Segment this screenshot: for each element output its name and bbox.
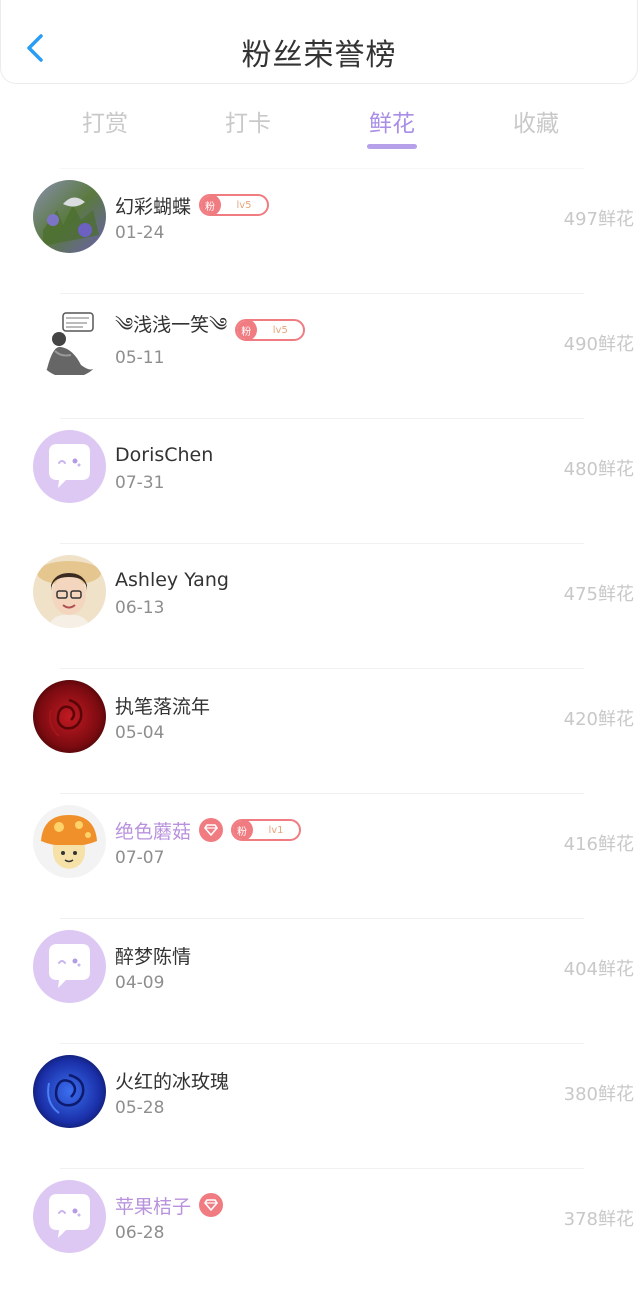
badge-level-label: lv5: [272, 324, 288, 336]
active-tab-indicator: [367, 144, 417, 149]
avatar[interactable]: [33, 1055, 106, 1128]
fan-date: 05-11: [115, 348, 165, 368]
flower-count: 420鲜花: [563, 709, 634, 730]
tab-favorites[interactable]: 收藏: [476, 104, 596, 138]
fan-row[interactable]: 绝色蘑菇 粉 lv1 07-07 416鲜花: [33, 793, 634, 918]
avatar[interactable]: [33, 1180, 106, 1253]
name-line: Ashley Yang: [115, 565, 229, 595]
flower-count: 480鲜花: [563, 459, 634, 480]
fan-row[interactable]: DorisChen 07-31 480鲜花: [33, 418, 634, 543]
fan-date: 01-24: [115, 223, 165, 243]
fan-row[interactable]: 执笔落流年 05-04 420鲜花: [33, 668, 634, 793]
name-line: 醉梦陈情: [115, 940, 191, 970]
fan-name[interactable]: Ashley Yang: [115, 569, 229, 591]
fan-level-badge: 粉 lv1: [231, 819, 302, 841]
fan-row[interactable]: 火红的冰玫瑰 05-28 380鲜花: [33, 1043, 634, 1168]
tab-flowers[interactable]: 鲜花: [332, 104, 452, 138]
fan-row[interactable]: Ashley Yang 06-13 475鲜花: [33, 543, 634, 668]
avatar[interactable]: [33, 805, 106, 878]
avatar[interactable]: [33, 930, 106, 1003]
flower-count: 497鲜花: [563, 209, 634, 230]
name-line: 幻彩蝴蝶粉 lv5: [115, 190, 270, 220]
badge-level-label: lv5: [236, 199, 252, 211]
fan-level-badge: 粉 lv5: [235, 319, 306, 341]
avatar[interactable]: [33, 430, 106, 503]
fan-name[interactable]: 绝色蘑菇: [115, 817, 191, 844]
fan-date: 05-04: [115, 723, 165, 743]
name-line: 苹果桔子: [115, 1190, 224, 1220]
badge-fan-label: 粉: [237, 321, 258, 339]
flower-count: 490鲜花: [563, 334, 634, 355]
name-line: DorisChen: [115, 440, 213, 470]
fan-date: 07-31: [115, 473, 165, 493]
fan-level-badge: 粉 lv5: [199, 194, 270, 216]
fan-row[interactable]: 苹果桔子 06-28 378鲜花: [33, 1168, 634, 1293]
fan-date: 07-07: [115, 848, 165, 868]
fan-name[interactable]: 火红的冰玫瑰: [115, 1067, 229, 1094]
fan-name[interactable]: DorisChen: [115, 444, 213, 466]
flower-count: 404鲜花: [563, 959, 634, 980]
badge-level-label: lv1: [268, 824, 284, 836]
badge-fan-label: 粉: [233, 821, 254, 839]
avatar[interactable]: [33, 680, 106, 753]
flower-count: 416鲜花: [563, 834, 634, 855]
fan-row[interactable]: ༄浅浅一笑༄ 粉 lv5 05-11 490鲜花: [33, 293, 634, 418]
page-title: 粉丝荣誉榜: [241, 38, 397, 73]
avatar[interactable]: [33, 180, 106, 253]
avatar[interactable]: [33, 555, 106, 628]
diamond-icon: [199, 1193, 224, 1217]
fan-name[interactable]: 苹果桔子: [115, 1192, 191, 1219]
name-line: ༄浅浅一笑༄ 粉 lv5: [115, 314, 306, 345]
fan-row[interactable]: 醉梦陈情 04-09 404鲜花: [33, 918, 634, 1043]
fan-row[interactable]: 幻彩蝴蝶粉 lv5 01-24 497鲜花: [33, 168, 634, 293]
diamond-icon: [199, 818, 224, 842]
flower-count: 378鲜花: [563, 1209, 634, 1230]
fan-date: 06-28: [115, 1223, 165, 1243]
fan-ranking-list: 幻彩蝴蝶粉 lv5 01-24 497鲜花 ༄浅浅一笑༄ 粉 lv5 05-11 490鲜花 Do…: [0, 168, 640, 1293]
avatar[interactable]: [33, 305, 106, 378]
fan-name[interactable]: 执笔落流年: [115, 692, 210, 719]
fan-date: 04-09: [115, 973, 165, 993]
fan-name[interactable]: 幻彩蝴蝶: [115, 192, 191, 219]
fan-date: 05-28: [115, 1098, 165, 1118]
tab-reward[interactable]: 打赏: [45, 104, 165, 138]
name-line: 火红的冰玫瑰: [115, 1065, 229, 1095]
tab-checkin[interactable]: 打卡: [188, 104, 308, 138]
fan-name[interactable]: 醉梦陈情: [115, 942, 191, 969]
flower-count: 475鲜花: [563, 584, 634, 605]
name-line: 执笔落流年: [115, 690, 210, 720]
tab-bar: 打赏 打卡 鲜花 收藏: [0, 96, 640, 156]
flower-count: 380鲜花: [563, 1084, 634, 1105]
name-line: 绝色蘑菇 粉 lv1: [115, 815, 302, 845]
fan-date: 06-13: [115, 598, 165, 618]
top-bar: 粉丝荣誉榜: [0, 0, 638, 84]
badge-fan-label: 粉: [201, 196, 222, 214]
